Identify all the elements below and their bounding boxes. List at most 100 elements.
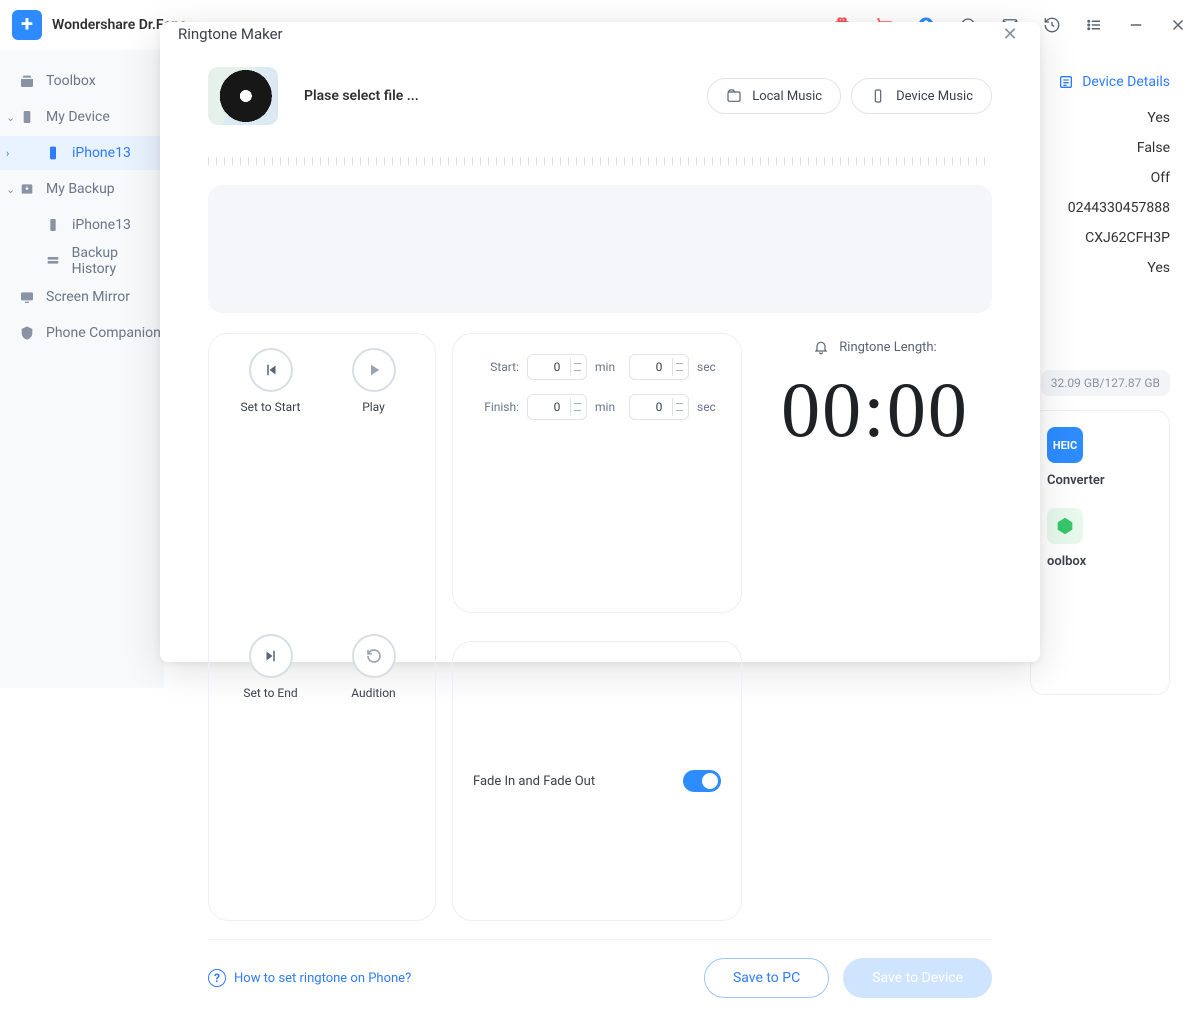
device-info-values: Yes False Off 0244330457888 CXJ62CFH3P Y… <box>1068 110 1170 276</box>
unit-min: min <box>595 360 621 374</box>
minimize-icon[interactable] <box>1126 15 1146 35</box>
info-value: Off <box>1068 170 1170 186</box>
chevron-right-icon: › <box>6 147 9 160</box>
length-title-label: Ringtone Length: <box>839 340 936 355</box>
folder-music-icon <box>726 88 742 104</box>
select-file-label: Plase select file ... <box>304 88 419 104</box>
set-start-icon <box>249 348 293 392</box>
phone-music-icon <box>870 88 886 104</box>
toolbox-icon <box>18 73 36 89</box>
ringtone-maker-dialog: Ringtone Maker ✕ Plase select file ... L… <box>160 22 1040 662</box>
companion-icon <box>18 325 36 341</box>
quicklink-toolbox[interactable]: oolbox <box>1047 508 1153 569</box>
info-value: Yes <box>1068 110 1170 126</box>
finish-label: Finish: <box>471 400 519 414</box>
info-value: Yes <box>1068 260 1170 276</box>
control-label: Audition <box>351 686 395 700</box>
help-link-label: How to set ringtone on Phone? <box>234 971 411 986</box>
sidebar-item-label: iPhone13 <box>72 217 131 233</box>
length-value: 00:00 <box>781 365 969 455</box>
sidebar-item-label: My Backup <box>46 181 115 197</box>
save-to-device-button[interactable]: Save to Device <box>843 958 992 998</box>
finish-time-row: Finish: 0 min 0 sec <box>471 394 723 420</box>
toolbox-app-icon <box>1047 508 1083 544</box>
fade-card: Fade In and Fade Out <box>452 641 742 921</box>
sidebar-item-label: Phone Companion <box>46 325 161 341</box>
unit-min: min <box>595 400 621 414</box>
phone-icon <box>44 145 62 161</box>
control-label: Set to Start <box>241 400 301 414</box>
sidebar-item-backup-history[interactable]: Backup History <box>0 244 164 278</box>
button-label: Device Music <box>896 89 973 104</box>
fade-toggle[interactable] <box>683 770 721 792</box>
sidebar-item-backup-iphone13[interactable]: iPhone13 <box>0 208 164 242</box>
audition-icon <box>352 634 396 678</box>
device-details-link[interactable]: Device Details <box>1058 74 1170 90</box>
set-to-end-button[interactable]: Set to End <box>219 634 322 906</box>
audition-button[interactable]: Audition <box>322 634 425 906</box>
album-art-placeholder <box>208 67 278 125</box>
quicklink-label: oolbox <box>1047 554 1086 569</box>
quicklink-heic-converter[interactable]: HEIC Converter <box>1047 427 1153 488</box>
fade-label: Fade In and Fade Out <box>473 774 595 789</box>
start-min-input[interactable]: 0 <box>527 354 587 380</box>
backup-icon <box>18 181 36 197</box>
sidebar-item-label: Backup History <box>72 245 164 277</box>
control-label: Play <box>362 400 385 414</box>
sidebar-item-screen-mirror[interactable]: Screen Mirror <box>0 280 164 314</box>
set-end-icon <box>249 634 293 678</box>
play-icon <box>352 348 396 392</box>
set-to-start-button[interactable]: Set to Start <box>219 348 322 620</box>
menu-list-icon[interactable] <box>1084 15 1104 35</box>
sidebar-item-my-device[interactable]: ⌄ My Device <box>0 100 164 134</box>
history-icon[interactable] <box>1042 15 1062 35</box>
dialog-title: Ringtone Maker <box>178 25 283 43</box>
control-label: Set to End <box>243 686 297 700</box>
app-logo: + <box>12 10 42 40</box>
sidebar-item-phone-companion[interactable]: Phone Companion <box>0 316 164 350</box>
help-icon: ? <box>208 969 226 987</box>
device-details-label: Device Details <box>1082 74 1170 90</box>
unit-sec: sec <box>697 360 723 374</box>
sidebar-item-iphone13[interactable]: › iPhone13 <box>0 136 164 170</box>
help-link[interactable]: ? How to set ringtone on Phone? <box>208 969 411 987</box>
button-label: Save to Device <box>872 970 963 986</box>
dialog-close-button[interactable]: ✕ <box>998 22 1022 46</box>
info-value: 0244330457888 <box>1068 200 1170 216</box>
chevron-down-icon: ⌄ <box>6 183 15 196</box>
finish-sec-input[interactable]: 0 <box>629 394 689 420</box>
button-label: Save to PC <box>733 970 800 986</box>
heic-icon: HEIC <box>1047 427 1083 463</box>
sidebar-item-label: Toolbox <box>46 73 96 89</box>
waveform-area[interactable] <box>208 185 992 313</box>
dialog-footer: ? How to set ringtone on Phone? Save to … <box>208 939 992 998</box>
file-select-row: Plase select file ... Local Music Device… <box>208 67 992 125</box>
sidebar-item-label: My Device <box>46 109 110 125</box>
device-music-button[interactable]: Device Music <box>851 78 992 114</box>
time-range-card: Start: 0 min 0 sec Finish: 0 min 0 sec <box>452 333 742 613</box>
quicklink-label: Converter <box>1047 473 1105 488</box>
screen-mirror-icon <box>18 289 36 305</box>
play-button[interactable]: Play <box>322 348 425 620</box>
info-value: CXJ62CFH3P <box>1068 230 1170 246</box>
start-label: Start: <box>471 360 519 374</box>
button-label: Local Music <box>752 89 822 104</box>
start-sec-input[interactable]: 0 <box>629 354 689 380</box>
sidebar-item-toolbox[interactable]: Toolbox <box>0 64 164 98</box>
sidebar-item-my-backup[interactable]: ⌄ My Backup <box>0 172 164 206</box>
save-to-pc-button[interactable]: Save to PC <box>704 958 829 998</box>
dialog-header: Ringtone Maker ✕ <box>160 22 1040 47</box>
playback-controls: Set to Start Play Set to End <box>208 333 436 921</box>
sidebar: Toolbox ⌄ My Device › iPhone13 ⌄ My Back… <box>0 50 164 688</box>
device-icon <box>18 109 36 125</box>
local-music-button[interactable]: Local Music <box>707 78 841 114</box>
sidebar-item-label: Screen Mirror <box>46 289 130 305</box>
sidebar-item-label: iPhone13 <box>72 145 131 161</box>
close-icon[interactable] <box>1168 15 1188 35</box>
start-time-row: Start: 0 min 0 sec <box>471 354 723 380</box>
bell-icon <box>813 339 829 355</box>
history-stack-icon <box>44 253 62 269</box>
chevron-down-icon: ⌄ <box>6 111 15 124</box>
storage-chip: 32.09 GB/127.87 GB <box>1041 370 1170 396</box>
finish-min-input[interactable]: 0 <box>527 394 587 420</box>
